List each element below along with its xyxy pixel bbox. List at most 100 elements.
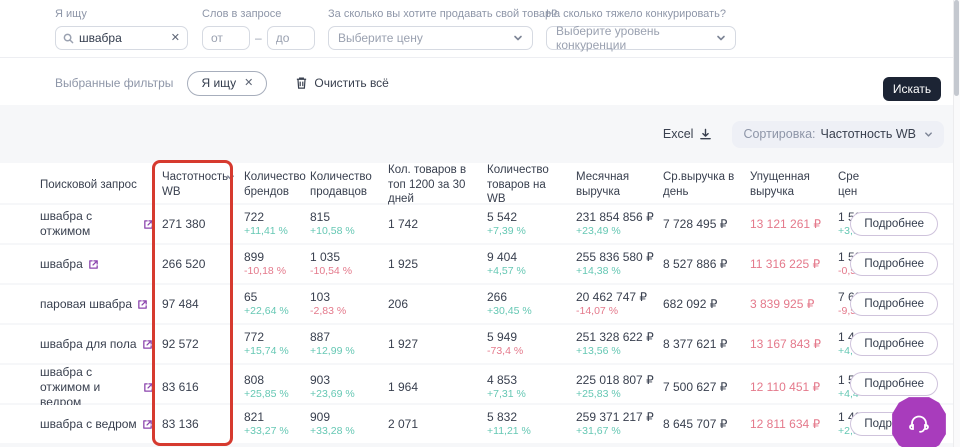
query-link[interactable]: швабра с отжимом — [40, 209, 138, 239]
filter-chip-label: Я ищу — [201, 76, 236, 90]
sort-value: Частотность WB — [821, 127, 916, 141]
search-label: Я ищу — [55, 8, 188, 20]
revenue-cell: 251 328 622 ₽+13,56 % — [576, 330, 663, 358]
query-link[interactable]: швабра с ведром — [40, 417, 137, 432]
lost-revenue-cell: 12 811 634 ₽ — [750, 417, 838, 432]
top1200-cell: 2 071 — [388, 417, 487, 432]
query-cell: швабра с отжимом и ведром — [40, 365, 162, 410]
external-link-icon[interactable] — [88, 259, 99, 270]
query-link[interactable]: швабра — [40, 257, 83, 272]
goods-cell: 5 832+11,21 % — [487, 410, 576, 438]
external-link-icon[interactable] — [143, 219, 154, 230]
search-input[interactable] — [79, 31, 166, 45]
frequency-cell: 266 520 — [162, 257, 244, 272]
search-input-box[interactable]: ✕ — [55, 26, 188, 50]
goods-cell: 9 404+4,57 % — [487, 250, 576, 278]
words-in-query-label: Слов в запросе — [202, 8, 315, 20]
avg-revenue-day-cell: 7 500 627 ₽ — [663, 380, 750, 395]
brands-cell: 821+33,27 % — [244, 410, 310, 438]
search-submit-button[interactable]: Искать — [883, 77, 941, 101]
table-row: швабра с ведром 83 136 821+33,27 % 909+3… — [0, 405, 953, 443]
table-row: швабра с отжимом и ведром 83 616 808+25,… — [0, 365, 953, 403]
query-link[interactable]: швабра с отжимом и ведром — [40, 365, 138, 410]
col-header-frequency[interactable]: Частотность WB — [162, 170, 244, 199]
clear-all-button[interactable]: Очистить всё — [295, 76, 388, 90]
avg-revenue-day-cell: 8 527 886 ₽ — [663, 257, 750, 272]
details-button[interactable]: Подробнее — [850, 292, 938, 316]
query-cell: швабра с отжимом — [40, 209, 162, 239]
sellers-cell: 909+33,28 % — [310, 410, 388, 438]
lost-revenue-cell: 11 316 225 ₽ — [750, 257, 838, 272]
chevron-down-icon — [513, 33, 523, 43]
download-icon — [699, 128, 712, 141]
col-header-lost-revenue: Упущенная выручка — [750, 170, 838, 199]
table-row: паровая швабра 97 484 65+22,64 % 103-2,8… — [0, 285, 953, 323]
brands-cell: 808+25,85 % — [244, 373, 310, 401]
competition-select-placeholder: Выберите уровень конкуренции — [556, 24, 716, 52]
col-header-sellers: Количество продавцов — [310, 170, 388, 199]
competition-select[interactable]: Выберите уровень конкуренции — [546, 26, 736, 50]
search-icon — [63, 33, 74, 44]
external-link-icon[interactable] — [143, 382, 154, 393]
sellers-cell: 815+10,58 % — [310, 210, 388, 238]
panel-divider — [0, 57, 953, 58]
query-cell: швабра для пола — [40, 337, 162, 352]
revenue-cell: 255 836 580 ₽+14,38 % — [576, 250, 663, 278]
price-select[interactable]: Выберите цену — [328, 26, 533, 50]
brands-cell: 899-10,18 % — [244, 250, 310, 278]
table-toolbar: Excel Сортировка: Частотность WB — [0, 118, 953, 150]
support-chat-button[interactable] — [891, 396, 947, 447]
table-body: швабра с отжимом 271 380 722+11,41 % 815… — [0, 205, 953, 443]
chip-close-icon[interactable]: ✕ — [244, 78, 253, 89]
trash-icon — [295, 76, 308, 90]
col-header-query: Поисковой запрос — [40, 178, 162, 193]
sellers-cell: 103-2,83 % — [310, 290, 388, 318]
external-link-icon[interactable] — [137, 299, 148, 310]
sort-selector[interactable]: Сортировка: Частотность WB — [732, 121, 944, 148]
price-select-placeholder: Выберите цену — [338, 31, 423, 45]
avg-revenue-day-cell: 682 092 ₽ — [663, 297, 750, 312]
query-cell: паровая швабра — [40, 297, 162, 312]
details-button[interactable]: Подробнее — [850, 372, 938, 396]
words-to-input[interactable] — [267, 26, 315, 50]
col-header-top1200: Кол. товаров в топ 1200 за 30 дней — [388, 163, 487, 207]
avg-revenue-day-cell: 7 728 495 ₽ — [663, 217, 750, 232]
query-link[interactable]: швабра для пола — [40, 337, 137, 352]
goods-cell: 266+30,45 % — [487, 290, 576, 318]
top1200-cell: 1 964 — [388, 380, 487, 395]
top1200-cell: 1 925 — [388, 257, 487, 272]
frequency-cell: 92 572 — [162, 337, 244, 352]
external-link-icon[interactable] — [142, 419, 153, 430]
scrollbar-thumb[interactable] — [954, 0, 959, 96]
clear-search-icon[interactable]: ✕ — [171, 33, 180, 44]
sellers-cell: 903+23,69 % — [310, 373, 388, 401]
avg-revenue-day-cell: 8 645 707 ₽ — [663, 417, 750, 432]
brands-cell: 65+22,64 % — [244, 290, 310, 318]
details-button[interactable]: Подробнее — [850, 332, 938, 356]
col-header-avg-revenue-day: Ср.выручка в день — [663, 170, 750, 199]
query-cell: швабра — [40, 257, 162, 272]
table-header-row: Поисковой запрос Частотность WB Количест… — [0, 163, 953, 203]
revenue-cell: 231 854 856 ₽+23,49 % — [576, 210, 663, 238]
external-link-icon[interactable] — [142, 339, 153, 350]
frequency-cell: 83 616 — [162, 380, 244, 395]
table-row: швабра для пола 92 572 772+15,74 % 887+1… — [0, 325, 953, 363]
col-header-brands: Количество брендов — [244, 170, 310, 199]
frequency-cell: 83 136 — [162, 417, 244, 432]
words-from-input[interactable] — [202, 26, 250, 50]
filter-chip[interactable]: Я ищу ✕ — [187, 71, 267, 96]
revenue-cell: 225 018 807 ₽+25,83 % — [576, 373, 663, 401]
query-link[interactable]: паровая швабра — [40, 297, 132, 312]
avg-revenue-day-cell: 8 377 621 ₽ — [663, 337, 750, 352]
sort-label: Сортировка: — [743, 127, 815, 141]
results-table: Поисковой запрос Частотность WB Количест… — [0, 163, 953, 443]
excel-export-button[interactable]: Excel — [663, 127, 713, 141]
col-header-avg-price: Сре цен — [838, 170, 868, 199]
chevron-down-icon — [924, 130, 933, 139]
details-button[interactable]: Подробнее — [850, 252, 938, 276]
revenue-cell: 259 371 217 ₽+31,67 % — [576, 410, 663, 438]
sellers-cell: 1 035-10,54 % — [310, 250, 388, 278]
details-button[interactable]: Подробнее — [850, 212, 938, 236]
query-cell: швабра с ведром — [40, 417, 162, 432]
page-scrollbar[interactable] — [953, 0, 960, 447]
